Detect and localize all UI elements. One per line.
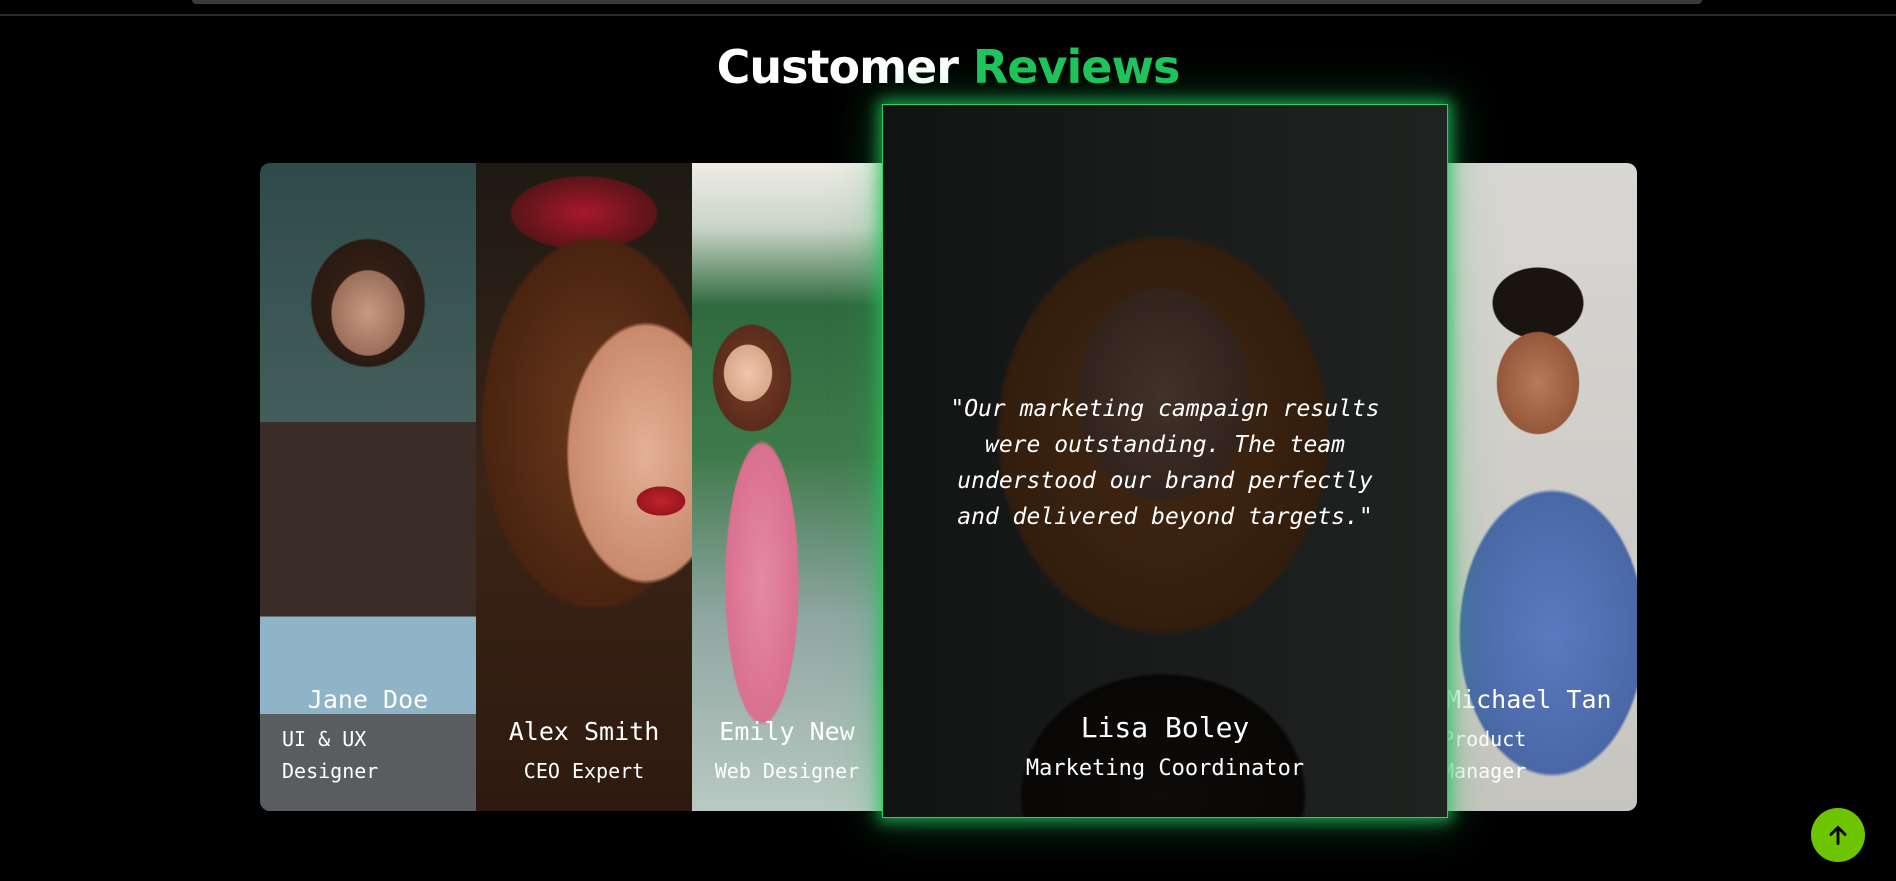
- reviewer-photo: [476, 163, 692, 811]
- reviewer-name: Lisa Boley: [1080, 711, 1250, 744]
- reviewer-name: Emily New: [719, 717, 855, 746]
- reviewer-name: Alex Smith: [508, 717, 660, 746]
- reviewer-photo: [692, 163, 882, 811]
- review-card-alex[interactable]: Alex Smith CEO Expert: [476, 163, 692, 811]
- review-card-michael[interactable]: Michael Tan Product Manager: [1442, 163, 1637, 811]
- reviewer-role: Marketing Coordinator: [1025, 756, 1305, 781]
- reviews-slider: Jane Doe UI & UX Designer Alex Smith CEO…: [0, 0, 1896, 881]
- reviewer-role: Web Designer: [714, 759, 860, 783]
- review-card-emily[interactable]: Emily New Web Designer: [692, 163, 882, 811]
- review-quote: "Our marketing campaign results were out…: [950, 396, 1380, 530]
- review-card-jane[interactable]: Jane Doe UI & UX Designer: [260, 163, 476, 811]
- reviewer-name: Michael Tan: [1446, 685, 1612, 714]
- reviewer-role: Product Manager: [1442, 727, 1527, 783]
- review-card-active[interactable]: "Our marketing campaign results were out…: [882, 104, 1448, 818]
- arrow-up-icon: [1829, 826, 1847, 846]
- reviewer-role: CEO Expert: [523, 759, 645, 783]
- scroll-to-top-button[interactable]: [1811, 808, 1865, 862]
- reviewer-name: Jane Doe: [307, 685, 429, 714]
- reviewer-role: UI & UX Designer: [282, 727, 379, 783]
